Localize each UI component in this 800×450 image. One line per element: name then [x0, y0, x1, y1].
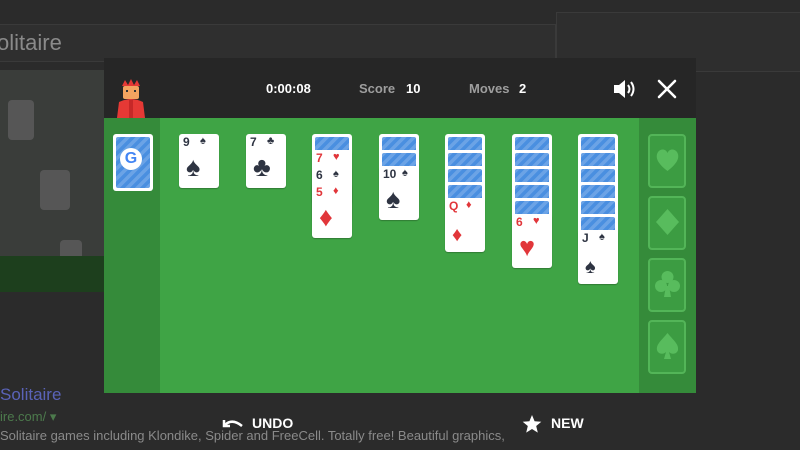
card-suit-small: ♠ [333, 168, 339, 180]
close-icon[interactable] [656, 78, 678, 100]
undo-label: UNDO [252, 415, 294, 431]
card-rank: 10 [383, 167, 397, 181]
timer: 0:00:08 [266, 81, 311, 96]
card-rank: 9 [183, 135, 190, 149]
playing-card[interactable]: Q ♦ ♦ [445, 198, 485, 252]
club-icon [655, 271, 680, 297]
card-rank: 7 [250, 135, 257, 149]
google-logo-icon: G [120, 148, 142, 170]
star-icon [522, 415, 542, 433]
game-board: G 9 ♠ ♠ 7 ♣ ♣ 7 ♥ 6 ♠ 5 ♦ ♦ 10 ♠ ♠ Q ♦ ♦ 6 ♥ ♥ J ♠ ♠ [104, 118, 696, 433]
stock-pile[interactable]: G [113, 134, 153, 191]
card-suit-small: ♠ [402, 167, 408, 179]
card-suit-small: ♠ [200, 135, 206, 147]
playing-card[interactable]: 9 ♠ ♠ [179, 134, 219, 188]
card-suit-large: ♠ [186, 152, 201, 182]
card-suit-large: ♦ [319, 202, 333, 232]
solitaire-preview-image [0, 70, 104, 292]
result-title: Solitaire [0, 385, 62, 404]
search-query: olitaire [0, 30, 62, 55]
volume-icon[interactable] [612, 77, 638, 101]
foundation-spades[interactable] [648, 320, 686, 374]
card-rank: J [582, 231, 589, 245]
card-suit-small: ♥ [333, 151, 340, 163]
face-card-portrait-icon: ♠ [585, 256, 596, 278]
moves-value: 2 [519, 81, 527, 96]
card-suit-small: ♦ [333, 185, 339, 197]
foundation-clubs[interactable] [648, 258, 686, 312]
solitaire-game: 0:00:08 Score 10 Moves 2 G 9 ♠ ♠ 7 ♣ ♣ 7 ♥ 6 ♠ 5 ♦ ♦… [104, 58, 696, 433]
card-rank: 7 [316, 151, 323, 165]
card-suit-large: ♥ [519, 232, 536, 262]
playing-card[interactable]: 10 ♠ ♠ [379, 166, 419, 220]
king-avatar-icon [117, 79, 145, 118]
moves-label: Moves [469, 81, 510, 96]
card-rank: 6 [516, 215, 523, 229]
card-suit-small: ♥ [533, 215, 540, 227]
card-suit-small: ♠ [599, 231, 605, 243]
foundation-column [639, 118, 696, 393]
playing-card[interactable]: J ♠ ♠ [578, 230, 618, 284]
game-header: 0:00:08 Score 10 Moves 2 [104, 58, 696, 118]
stock-column: G [104, 118, 160, 393]
playing-card[interactable]: 5 ♦ ♦ [312, 184, 352, 238]
diamond-icon [656, 209, 679, 235]
foundation-hearts[interactable] [648, 134, 686, 188]
card-suit-large: ♠ [386, 184, 401, 214]
score-value: 10 [406, 81, 421, 96]
card-rank: 5 [316, 185, 323, 199]
new-game-button[interactable]: NEW [522, 413, 592, 435]
foundation-diamonds[interactable] [648, 196, 686, 250]
result-url: ire.com/ ▾ [0, 409, 57, 424]
card-rank: Q [449, 199, 459, 213]
undo-button[interactable]: UNDO [222, 413, 302, 435]
spade-icon [656, 333, 679, 359]
face-card-portrait-icon: ♦ [452, 224, 463, 246]
card-rank: 6 [316, 168, 323, 182]
heart-icon [656, 149, 679, 171]
score-label: Score [359, 81, 396, 96]
card-suit-large: ♣ [253, 152, 271, 182]
playing-card[interactable]: 6 ♥ ♥ [512, 214, 552, 268]
search-box: olitaire [0, 24, 556, 62]
card-suit-small: ♦ [466, 199, 472, 211]
undo-icon [222, 420, 243, 428]
playing-card[interactable]: 7 ♣ ♣ [246, 134, 286, 188]
new-label: NEW [551, 415, 584, 431]
card-suit-small: ♣ [267, 135, 275, 147]
